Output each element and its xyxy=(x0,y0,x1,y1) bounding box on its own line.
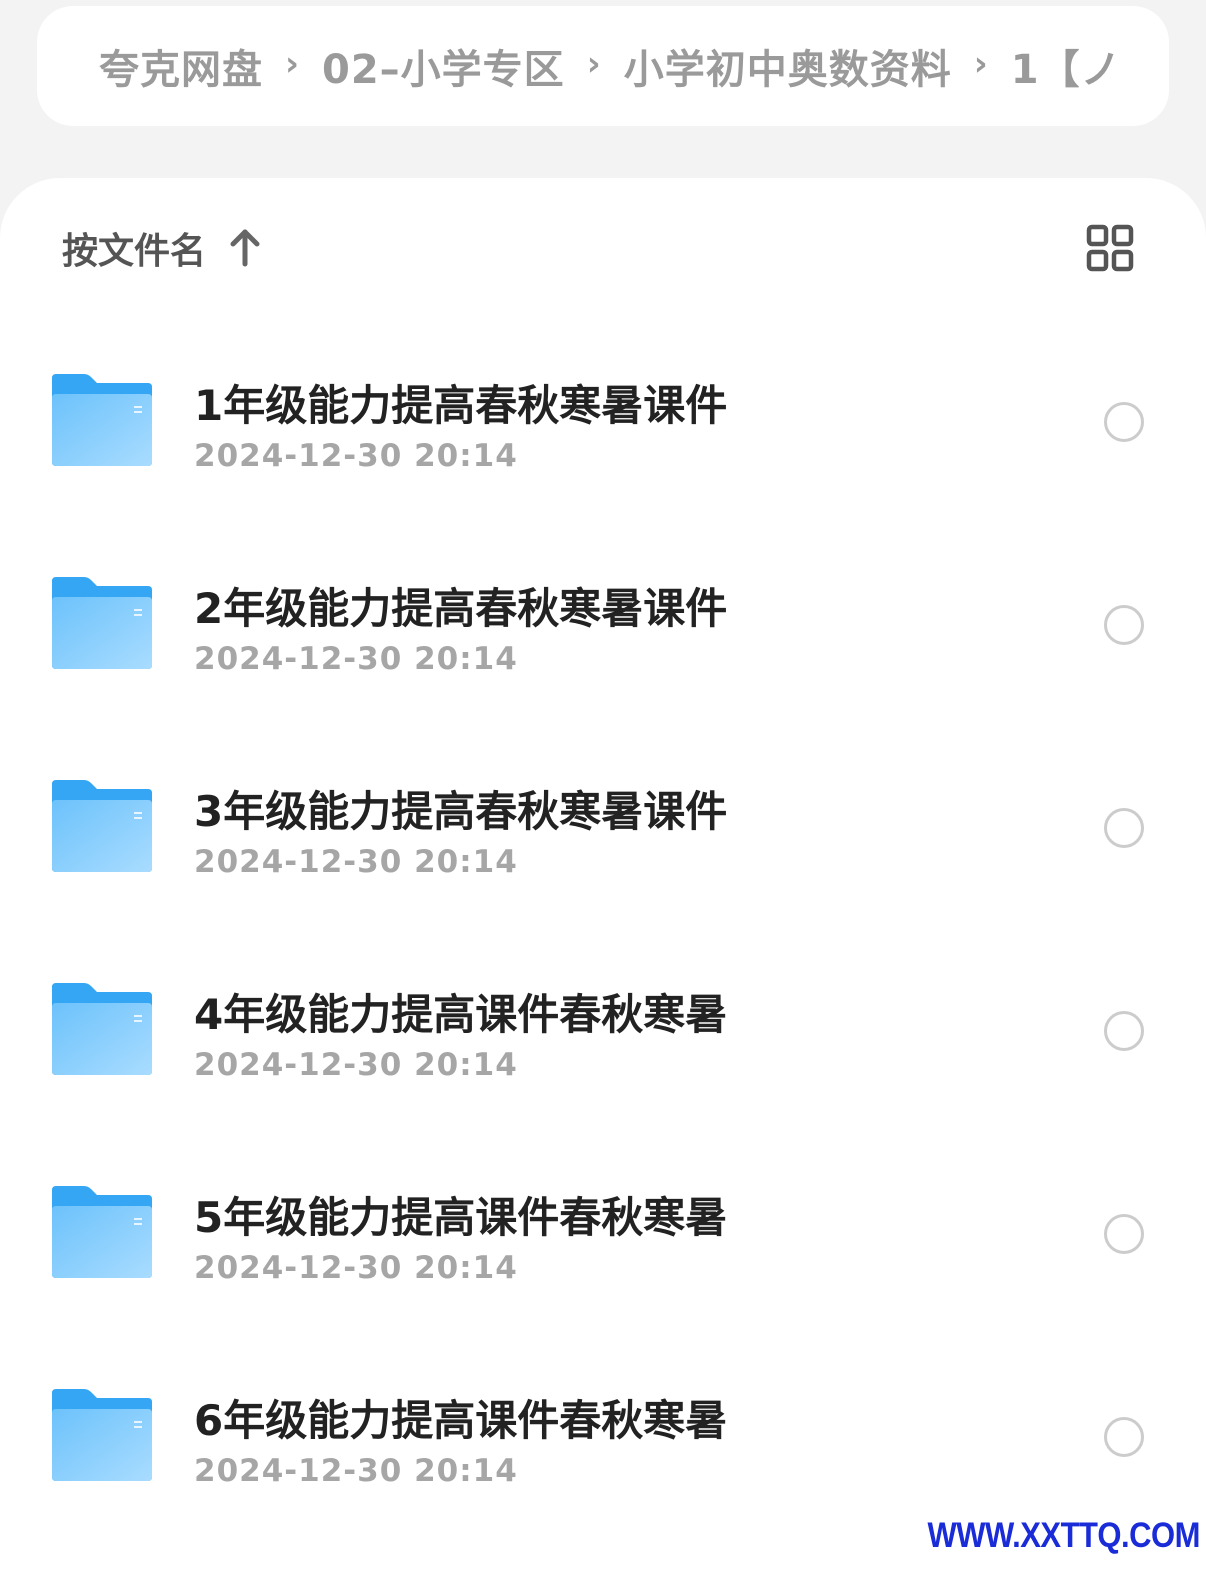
select-radio[interactable] xyxy=(1104,1417,1144,1457)
list-item[interactable]: 1年级能力提高春秋寒暑课件 2024-12-30 20:14 xyxy=(0,328,1206,531)
folder-icon xyxy=(52,1389,152,1481)
list-item[interactable]: 4年级能力提高课件春秋寒暑 2024-12-30 20:14 xyxy=(0,937,1206,1140)
select-radio[interactable] xyxy=(1104,402,1144,442)
sort-label: 按文件名 xyxy=(62,231,207,272)
file-name: 6年级能力提高课件春秋寒暑 xyxy=(194,1396,728,1445)
sort-control[interactable]: 按文件名 xyxy=(62,224,262,272)
file-name: 1年级能力提高春秋寒暑课件 xyxy=(194,381,728,430)
file-date: 2024-12-30 20:14 xyxy=(194,438,518,474)
breadcrumb-track: 夸克网盘 › 02–小学专区 › 小学初中奥数资料 › 1【ノ xyxy=(99,6,1122,126)
breadcrumb-item-primary-zone[interactable]: 02–小学专区 xyxy=(322,37,565,95)
folder-icon xyxy=(52,374,152,466)
file-name: 4年级能力提高课件春秋寒暑 xyxy=(194,990,728,1039)
list-item[interactable]: 3年级能力提高春秋寒暑课件 2024-12-30 20:14 xyxy=(0,734,1206,937)
file-date: 2024-12-30 20:14 xyxy=(194,1453,518,1489)
chevron-right-icon: › xyxy=(973,44,989,84)
breadcrumb-item-root[interactable]: 夸克网盘 xyxy=(99,37,263,95)
chevron-right-icon: › xyxy=(586,44,602,84)
file-list-panel: 按文件名 1年级能力提高春秋寒暑课件 2024-12-30 20:14 2年级能… xyxy=(0,178,1206,1578)
file-name: 2年级能力提高春秋寒暑课件 xyxy=(194,584,728,633)
folder-icon xyxy=(52,1186,152,1278)
breadcrumb-item-current[interactable]: 1【ノ xyxy=(1011,37,1122,95)
file-date: 2024-12-30 20:14 xyxy=(194,1250,518,1286)
file-date: 2024-12-30 20:14 xyxy=(194,641,518,677)
chevron-right-icon: › xyxy=(285,44,301,84)
select-radio[interactable] xyxy=(1104,1214,1144,1254)
breadcrumb-item-olympiad-materials[interactable]: 小学初中奥数资料 xyxy=(624,37,952,95)
file-date: 2024-12-30 20:14 xyxy=(194,1047,518,1083)
list-item[interactable]: 2年级能力提高春秋寒暑课件 2024-12-30 20:14 xyxy=(0,531,1206,734)
grid-view-icon[interactable] xyxy=(1086,224,1134,272)
file-date: 2024-12-30 20:14 xyxy=(194,844,518,880)
folder-icon xyxy=(52,577,152,669)
watermark: WWW.XXTTQ.COM xyxy=(927,1514,1201,1555)
select-radio[interactable] xyxy=(1104,1011,1144,1051)
folder-icon xyxy=(52,983,152,1075)
file-list: 1年级能力提高春秋寒暑课件 2024-12-30 20:14 2年级能力提高春秋… xyxy=(0,328,1206,1546)
folder-icon xyxy=(52,780,152,872)
select-radio[interactable] xyxy=(1104,808,1144,848)
arrow-up-icon xyxy=(230,229,260,267)
list-item[interactable]: 5年级能力提高课件春秋寒暑 2024-12-30 20:14 xyxy=(0,1140,1206,1343)
breadcrumb: 夸克网盘 › 02–小学专区 › 小学初中奥数资料 › 1【ノ xyxy=(37,6,1169,126)
file-name: 3年级能力提高春秋寒暑课件 xyxy=(194,787,728,836)
file-name: 5年级能力提高课件春秋寒暑 xyxy=(194,1193,728,1242)
select-radio[interactable] xyxy=(1104,605,1144,645)
